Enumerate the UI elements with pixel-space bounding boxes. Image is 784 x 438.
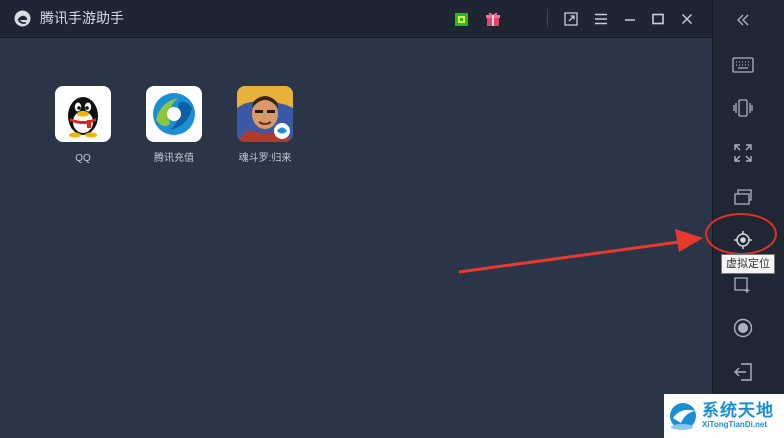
close-icon[interactable] [676,8,698,30]
keyboard-icon[interactable] [726,50,760,80]
emulator-window: 腾讯手游助手 QQ 腾讯充值 魂斗罗:归来 虚拟定位 系统天地 XiTongTi… [0,0,784,438]
app-label: 腾讯充值 [154,153,194,164]
app-label: 魂斗罗:归来 [238,153,292,164]
maximize-icon[interactable] [647,8,669,30]
logo-icon [14,10,31,27]
annotation-ring [705,213,777,255]
virtual-location-tooltip: 虚拟定位 [721,254,775,274]
app-title: 腾讯手游助手 [40,10,124,26]
watermark-brand: 系统天地 [702,401,774,420]
minimize-icon[interactable] [619,8,641,30]
gift-icon[interactable] [482,8,504,30]
tencent-recharge-icon[interactable] [146,86,202,142]
green-chip-icon[interactable] [450,8,472,30]
contra-returns-icon[interactable] [237,86,293,142]
qq-penguin-icon[interactable] [55,86,111,142]
shake-icon[interactable] [726,93,760,123]
multi-window-icon[interactable] [726,182,760,212]
watermark-url: XiTongTianDi.net [702,420,768,429]
app-grid: QQ 腾讯充值 魂斗罗:归来 [0,38,712,438]
watermark-logo-icon [670,403,696,430]
app-item-qq[interactable]: QQ [43,86,123,165]
menu-icon[interactable] [590,8,612,30]
collapse-icon[interactable] [726,5,760,35]
app-item-contra-returns[interactable]: 魂斗罗:归来 [225,86,305,165]
app-label: QQ [75,153,91,164]
watermark: 系统天地 XiTongTianDi.net [664,394,784,438]
popout-icon[interactable] [560,8,582,30]
app-item-tencent-recharge[interactable]: 腾讯充值 [134,86,214,165]
title-bar: 腾讯手游助手 [0,0,712,38]
fullscreen-icon[interactable] [726,138,760,168]
record-icon[interactable] [726,313,760,343]
exit-icon[interactable] [726,357,760,387]
titlebar-divider [547,9,548,27]
